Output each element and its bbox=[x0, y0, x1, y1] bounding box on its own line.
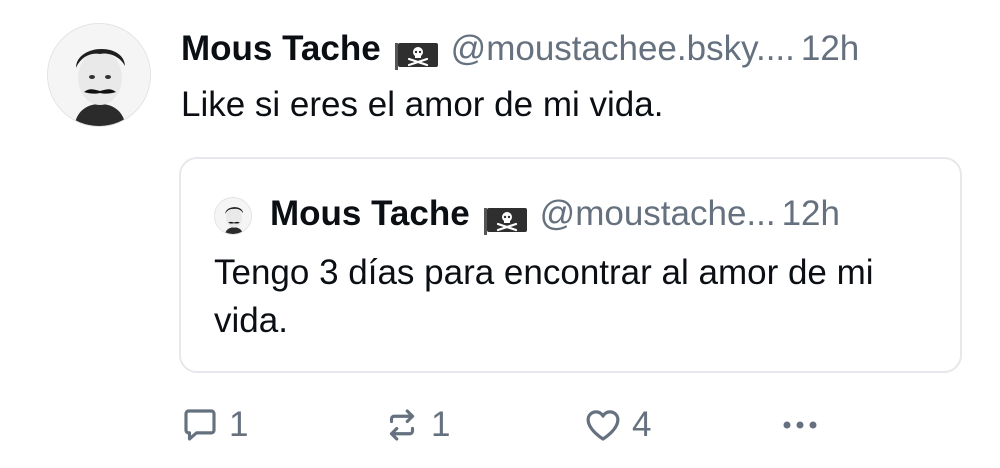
heart-icon bbox=[586, 410, 620, 441]
post-header: Mous Tache @moustachee.bsky.... 12h bbox=[181, 24, 981, 74]
quoted-header: Mous Tache @moustache... 12h bbox=[270, 189, 840, 239]
avatar[interactable] bbox=[47, 23, 151, 127]
quoted-post[interactable]: Mous Tache @moustache... 12h Tengo 3 día… bbox=[179, 157, 962, 373]
post[interactable]: Mous Tache @moustachee.bsky.... 12h Like… bbox=[0, 0, 1000, 468]
post-text: Like si eres el amor de mi vida. bbox=[181, 85, 664, 124]
author-handle[interactable]: @moustachee.bsky.... bbox=[451, 24, 795, 74]
reply-count: 1 bbox=[229, 405, 249, 444]
reply-icon bbox=[184, 409, 216, 441]
repost-icon bbox=[389, 409, 415, 441]
quoted-author-handle[interactable]: @moustache... bbox=[540, 189, 776, 239]
pirate-flag-icon bbox=[394, 34, 439, 70]
quoted-avatar[interactable] bbox=[214, 197, 252, 235]
reply-button[interactable]: 1 bbox=[179, 400, 248, 450]
quoted-avatar-image bbox=[215, 198, 251, 234]
quoted-post-text: Tengo 3 días para encontrar al amor de m… bbox=[214, 253, 874, 340]
more-icon bbox=[783, 421, 817, 429]
avatar-image bbox=[48, 24, 150, 126]
post-time[interactable]: 12h bbox=[801, 24, 859, 74]
like-count: 4 bbox=[632, 405, 652, 444]
pirate-flag-icon bbox=[483, 199, 528, 235]
repost-count: 1 bbox=[431, 405, 451, 444]
post-actions: 1 1 4 bbox=[179, 400, 939, 450]
like-button[interactable]: 4 bbox=[582, 400, 651, 450]
quoted-author-name[interactable]: Mous Tache bbox=[270, 189, 470, 239]
quoted-post-time[interactable]: 12h bbox=[782, 189, 840, 239]
author-name[interactable]: Mous Tache bbox=[181, 24, 381, 74]
repost-button[interactable]: 1 bbox=[381, 400, 450, 450]
more-options-button[interactable] bbox=[777, 400, 823, 450]
